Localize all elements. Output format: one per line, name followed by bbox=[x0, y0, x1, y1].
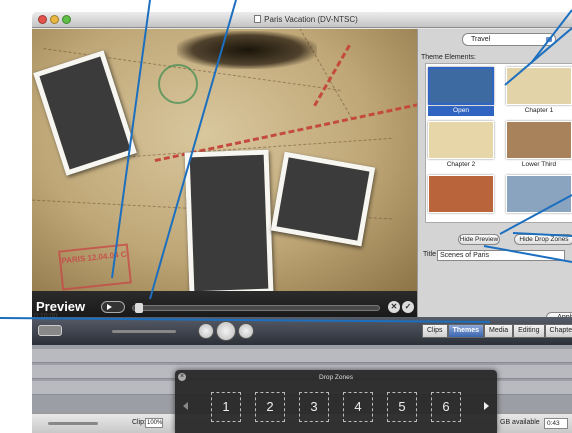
theme-elements-grid: Open Chapter 1 Chapter 2 Lower Third bbox=[425, 63, 572, 223]
theme-element-label bbox=[428, 214, 494, 224]
fullscreen-play-button[interactable] bbox=[238, 323, 254, 339]
drop-zone-photo-3[interactable] bbox=[270, 151, 376, 247]
next-arrow-icon[interactable] bbox=[484, 402, 489, 410]
tab-media[interactable]: Media bbox=[484, 324, 514, 338]
title-input[interactable]: Scenes of Paris bbox=[437, 250, 565, 261]
theme-background: PARIS 12.04.04 C bbox=[32, 29, 417, 297]
theme-element-label: Lower Third bbox=[521, 161, 557, 168]
theme-element-label: Chapter 1 bbox=[524, 107, 554, 114]
drop-zones-title: Drop Zones bbox=[319, 374, 353, 381]
hide-drop-zones-button[interactable]: Hide Drop Zones bbox=[514, 234, 572, 245]
hide-preview-button[interactable]: Hide Preview bbox=[458, 234, 500, 245]
toolbar-slider[interactable] bbox=[112, 330, 176, 333]
play-button[interactable] bbox=[216, 321, 236, 341]
smudge-decoration bbox=[177, 31, 317, 69]
camera-edit-mode-switch[interactable] bbox=[38, 325, 62, 336]
chevron-down-icon bbox=[546, 37, 552, 42]
available-space-text: GB available bbox=[500, 419, 540, 426]
cancel-icon[interactable]: ✕ bbox=[388, 301, 400, 313]
pane-tabs: Clips Themes Media Editing Chapters bbox=[422, 324, 572, 338]
scrubber-knob[interactable] bbox=[135, 303, 143, 313]
rewind-button[interactable] bbox=[198, 323, 214, 339]
theme-element-5[interactable] bbox=[428, 175, 494, 224]
preview-play-button[interactable] bbox=[101, 301, 125, 313]
red-stamp: PARIS 12.04.04 C bbox=[58, 243, 132, 291]
tab-chapters[interactable]: Chapters bbox=[544, 324, 572, 338]
theme-thumbnail bbox=[506, 121, 572, 159]
preview-viewer: PARIS 12.04.04 C Preview ✕ ✓ bbox=[32, 29, 417, 329]
title-bar: Paris Vacation (DV-NTSC) bbox=[32, 12, 572, 28]
themes-pane: Travel Theme Elements: Open Chapter 1 Ch… bbox=[417, 29, 572, 325]
drop-zone-1[interactable]: 1 bbox=[211, 392, 241, 422]
theme-thumbnail bbox=[506, 67, 572, 105]
theme-thumbnail bbox=[428, 67, 494, 105]
clip-volume-field[interactable]: 100% bbox=[145, 418, 163, 428]
theme-element-label bbox=[506, 214, 572, 224]
theme-thumbnail bbox=[506, 175, 572, 213]
window-title: Paris Vacation (DV-NTSC) bbox=[32, 15, 572, 24]
previous-arrow-icon[interactable] bbox=[183, 402, 188, 410]
video-track[interactable] bbox=[32, 349, 572, 363]
theme-element-open[interactable]: Open bbox=[428, 67, 494, 116]
theme-element-label: Chapter 2 bbox=[446, 161, 476, 168]
preview-scrubber[interactable] bbox=[132, 303, 380, 313]
drop-zone-6[interactable]: 6 bbox=[431, 392, 461, 422]
drop-zones-panel: × Drop Zones 1 2 3 4 5 6 bbox=[175, 370, 497, 433]
theme-element-6[interactable] bbox=[506, 175, 572, 224]
drop-zone-2[interactable]: 2 bbox=[255, 392, 285, 422]
theme-select[interactable]: Travel bbox=[462, 33, 556, 46]
confirm-icon[interactable]: ✓ bbox=[402, 301, 414, 313]
document-icon bbox=[254, 15, 262, 23]
available-time-box: 0:43 bbox=[544, 418, 568, 429]
drop-zone-3[interactable]: 3 bbox=[299, 392, 329, 422]
theme-element-chapter-2[interactable]: Chapter 2 bbox=[428, 121, 494, 170]
tab-clips[interactable]: Clips bbox=[422, 324, 448, 338]
clip-label: Clip: bbox=[132, 419, 147, 426]
theme-select-value: Travel bbox=[471, 36, 491, 43]
theme-thumbnail bbox=[428, 175, 494, 213]
tab-editing[interactable]: Editing bbox=[513, 324, 545, 338]
theme-elements-label: Theme Elements: bbox=[421, 54, 476, 61]
drop-zone-4[interactable]: 4 bbox=[343, 392, 373, 422]
preview-label: Preview bbox=[36, 299, 86, 314]
window-title-text: Paris Vacation (DV-NTSC) bbox=[264, 15, 358, 24]
green-stamp bbox=[158, 64, 198, 104]
drop-zone-photo-2[interactable] bbox=[184, 149, 274, 297]
theme-element-chapter-1[interactable]: Chapter 1 bbox=[506, 67, 572, 116]
theme-thumbnail bbox=[428, 121, 494, 159]
drop-zone-photo-1[interactable] bbox=[33, 50, 137, 176]
drop-zone-5[interactable]: 5 bbox=[387, 392, 417, 422]
theme-element-label: Open bbox=[428, 106, 494, 116]
zoom-slider[interactable] bbox=[48, 422, 98, 425]
theme-element-lower-third[interactable]: Lower Third bbox=[506, 121, 572, 170]
main-toolbar: Clips Themes Media Editing Chapters bbox=[32, 317, 572, 345]
tab-themes[interactable]: Themes bbox=[447, 324, 485, 338]
route-line bbox=[313, 44, 351, 107]
